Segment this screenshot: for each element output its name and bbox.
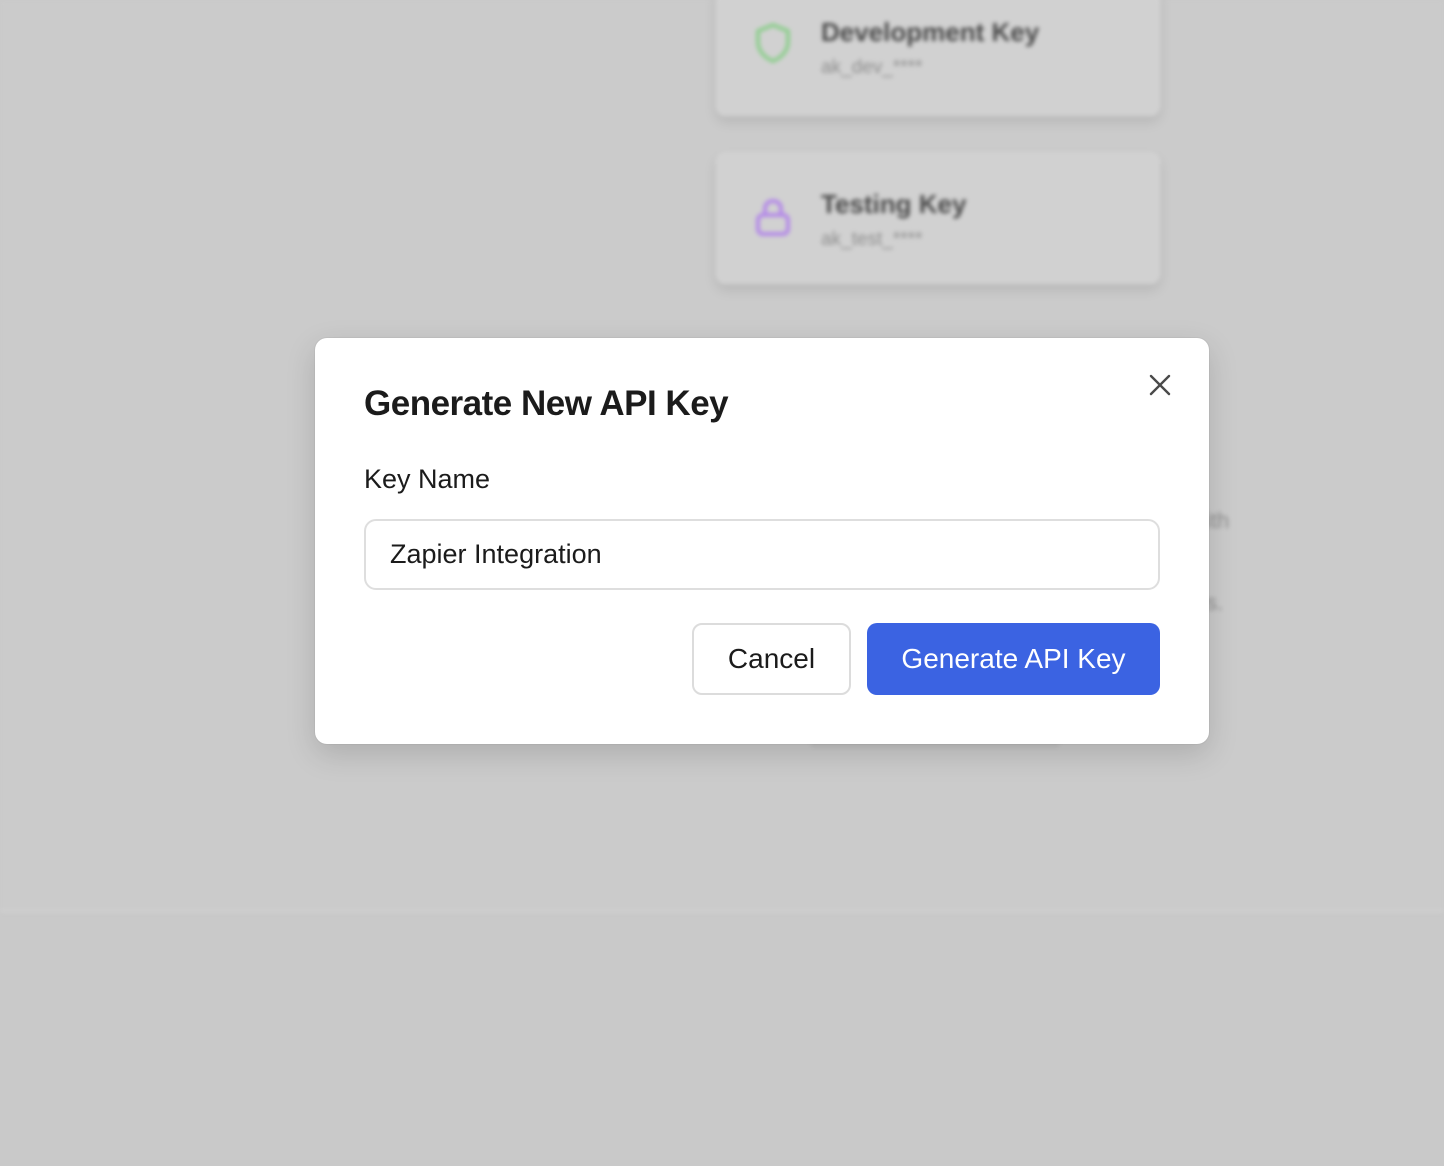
cancel-button[interactable]: Cancel: [692, 623, 851, 695]
close-icon: [1148, 373, 1172, 397]
generate-api-key-button[interactable]: Generate API Key: [867, 623, 1160, 695]
shield-icon: [751, 21, 795, 65]
dialog-title: Generate New API Key: [364, 384, 729, 423]
development-key-title: Development Key: [821, 17, 1040, 47]
testing-key-title: Testing Key: [821, 189, 967, 219]
key-name-label: Key Name: [364, 464, 491, 494]
testing-key-prefix: ak_test_****: [821, 229, 923, 250]
close-button[interactable]: [1141, 366, 1179, 404]
generate-api-key-dialog: Generate New API Key Key Name Cancel Gen…: [315, 338, 1209, 744]
background-text-fragment: ith: [1206, 508, 1230, 533]
development-key-card: Development Key ak_dev_****: [716, 0, 1160, 116]
development-key-prefix: ak_dev_****: [821, 57, 923, 78]
testing-key-card: Testing Key ak_test_****: [716, 152, 1160, 284]
key-name-input[interactable]: [364, 519, 1160, 590]
lock-icon: [751, 195, 795, 239]
